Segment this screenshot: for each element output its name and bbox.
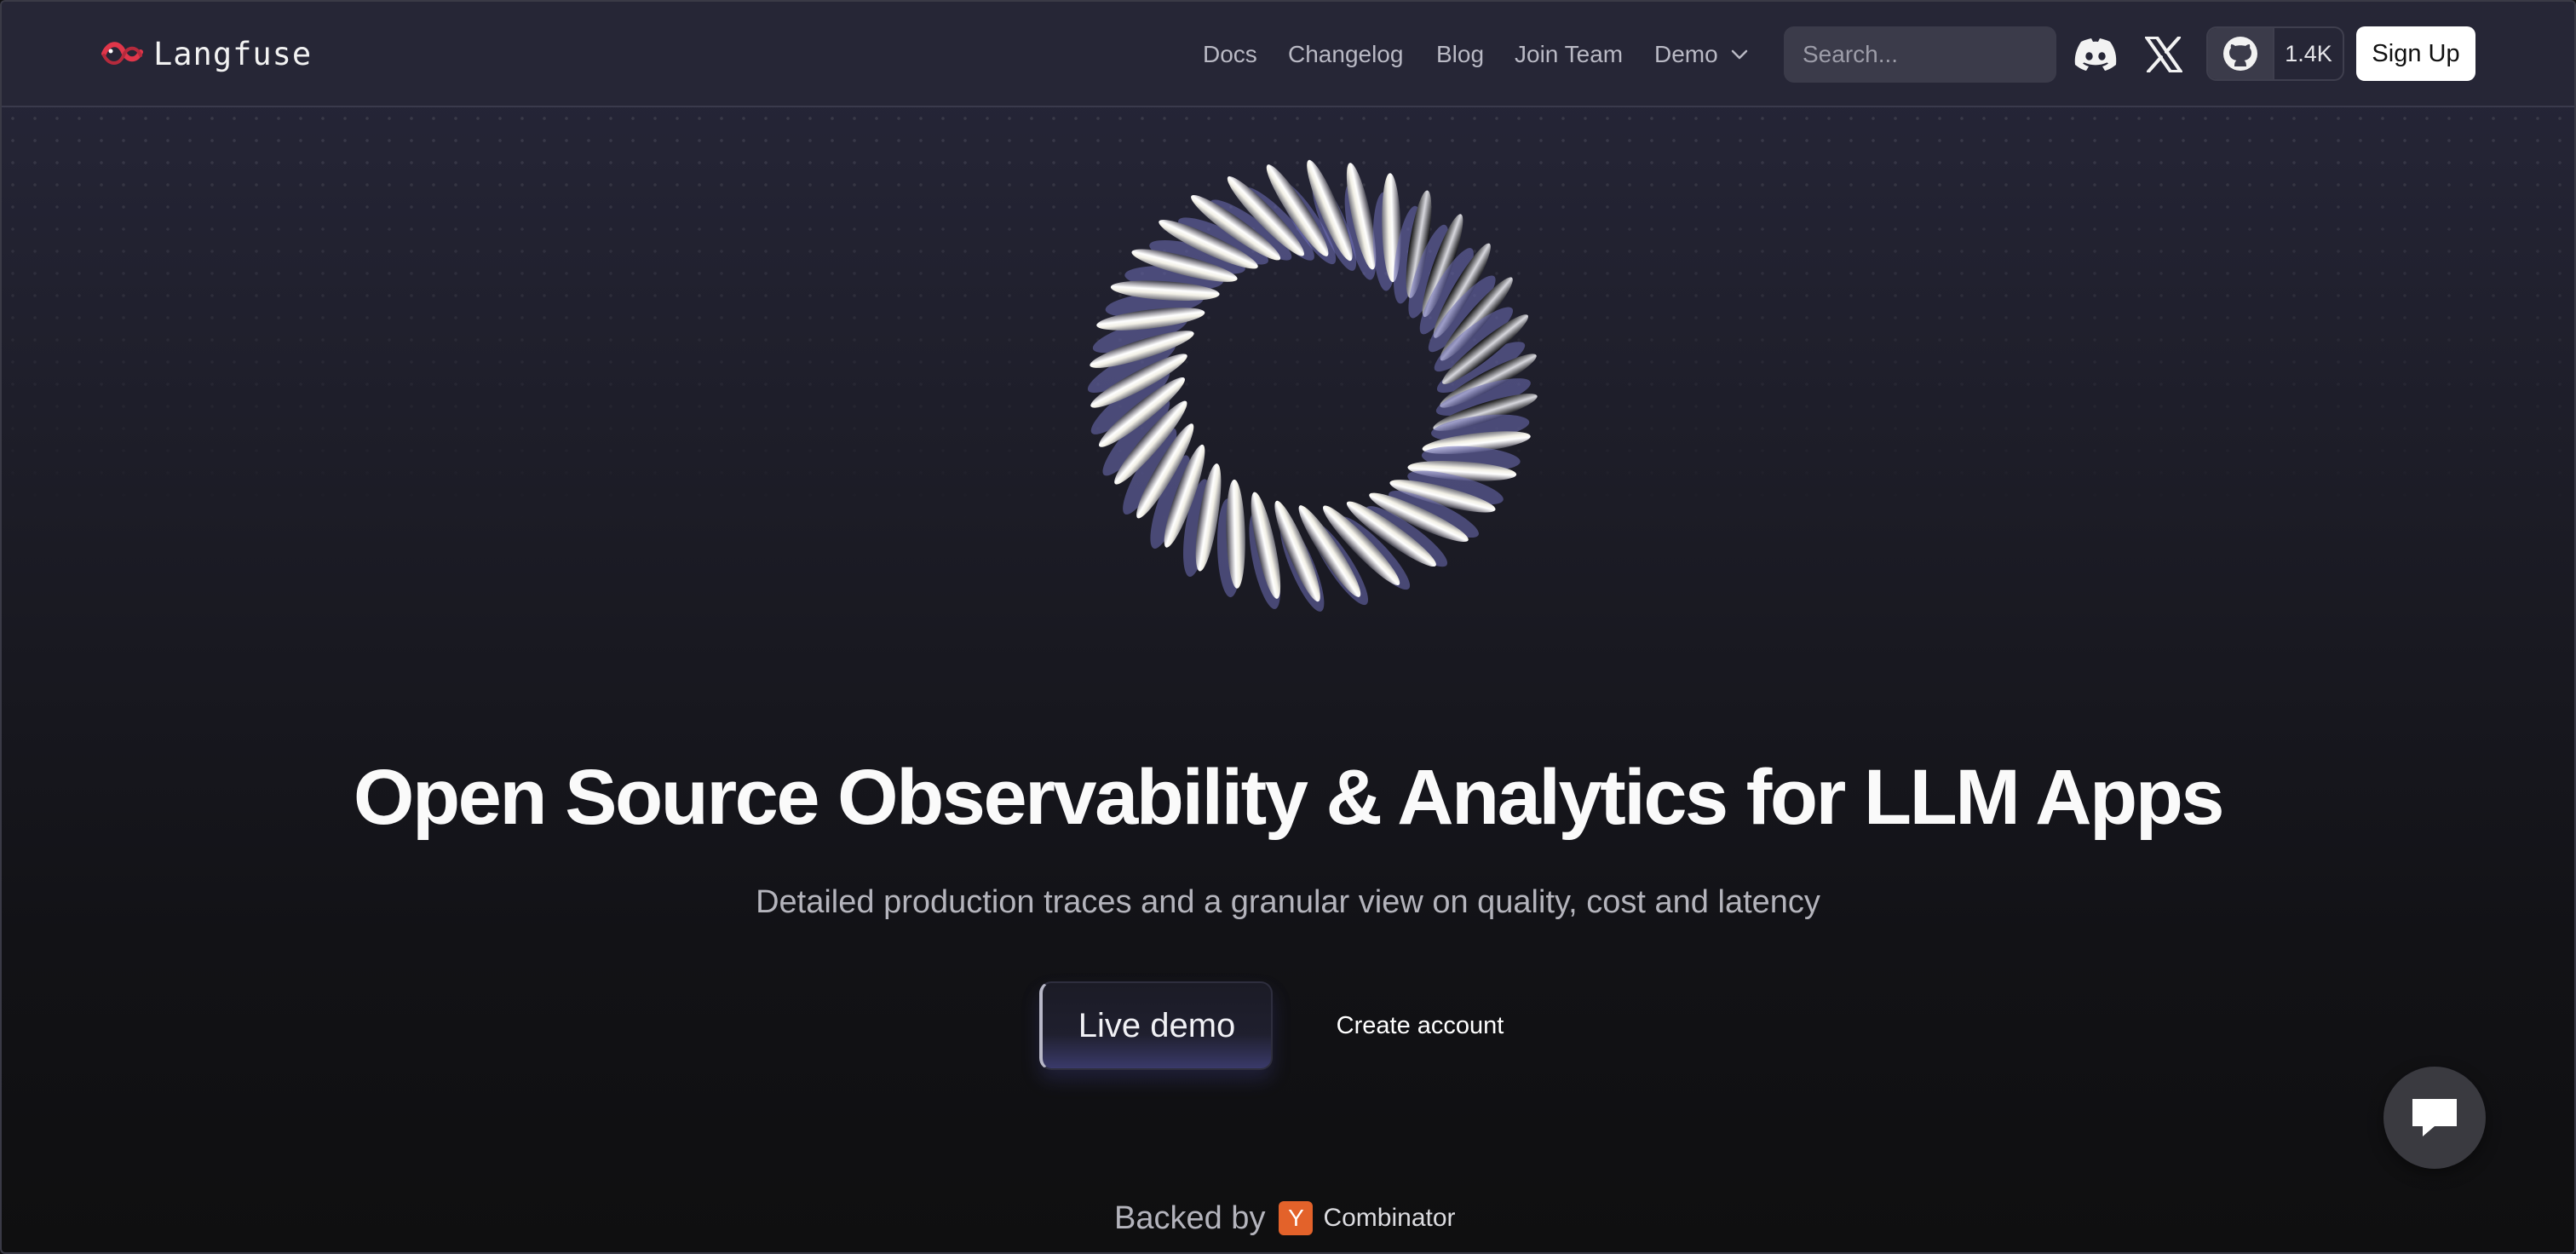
y-combinator-logo-icon: Y (1279, 1201, 1314, 1235)
nav-demo-dropdown[interactable]: Demo (1654, 37, 1749, 72)
brand-name: Langfuse (153, 35, 313, 72)
create-account-link[interactable]: Create account (1297, 1009, 1544, 1043)
nav-link-join-team[interactable]: Join Team (1515, 37, 1623, 72)
github-icon (2223, 37, 2257, 71)
hero-ring-graphic (1087, 159, 1538, 612)
nav-link-changelog[interactable]: Changelog (1288, 37, 1403, 72)
github-star-count: 1.4K (2285, 40, 2332, 66)
nav-demo-label: Demo (1654, 41, 1718, 67)
github-icon-box (2208, 28, 2274, 79)
discord-icon (2074, 38, 2117, 71)
x-icon (2145, 37, 2182, 72)
x-button[interactable] (2142, 32, 2186, 77)
backed-by-label: Backed by (1114, 1199, 1266, 1236)
nav-link-docs[interactable]: Docs (1203, 37, 1257, 72)
nav-link-blog[interactable]: Blog (1436, 37, 1484, 72)
langfuse-logo-icon (101, 42, 143, 65)
live-demo-button[interactable]: Live demo (1039, 981, 1273, 1070)
chat-bubble-icon (2412, 1099, 2457, 1136)
page: Langfuse Docs Changelog Blog Join Team D… (0, 0, 2576, 1254)
github-stars-button[interactable]: 1.4K (2206, 26, 2344, 81)
backed-by: Backed by Y Combinator (1114, 1194, 1456, 1242)
sign-up-button[interactable]: Sign Up (2356, 26, 2475, 81)
hero-headline: Open Source Observability & Analytics fo… (353, 754, 2225, 841)
chevron-down-icon (1731, 49, 1747, 60)
discord-button[interactable] (2073, 32, 2118, 77)
navbar: Langfuse Docs Changelog Blog Join Team D… (2, 2, 2574, 107)
chat-widget-button[interactable] (2383, 1067, 2486, 1169)
hero-subheadline: Detailed production traces and a granula… (756, 884, 1820, 920)
logo[interactable]: Langfuse (101, 32, 312, 75)
search-input[interactable] (1784, 26, 2056, 83)
y-combinator-name: Combinator (1323, 1204, 1456, 1232)
